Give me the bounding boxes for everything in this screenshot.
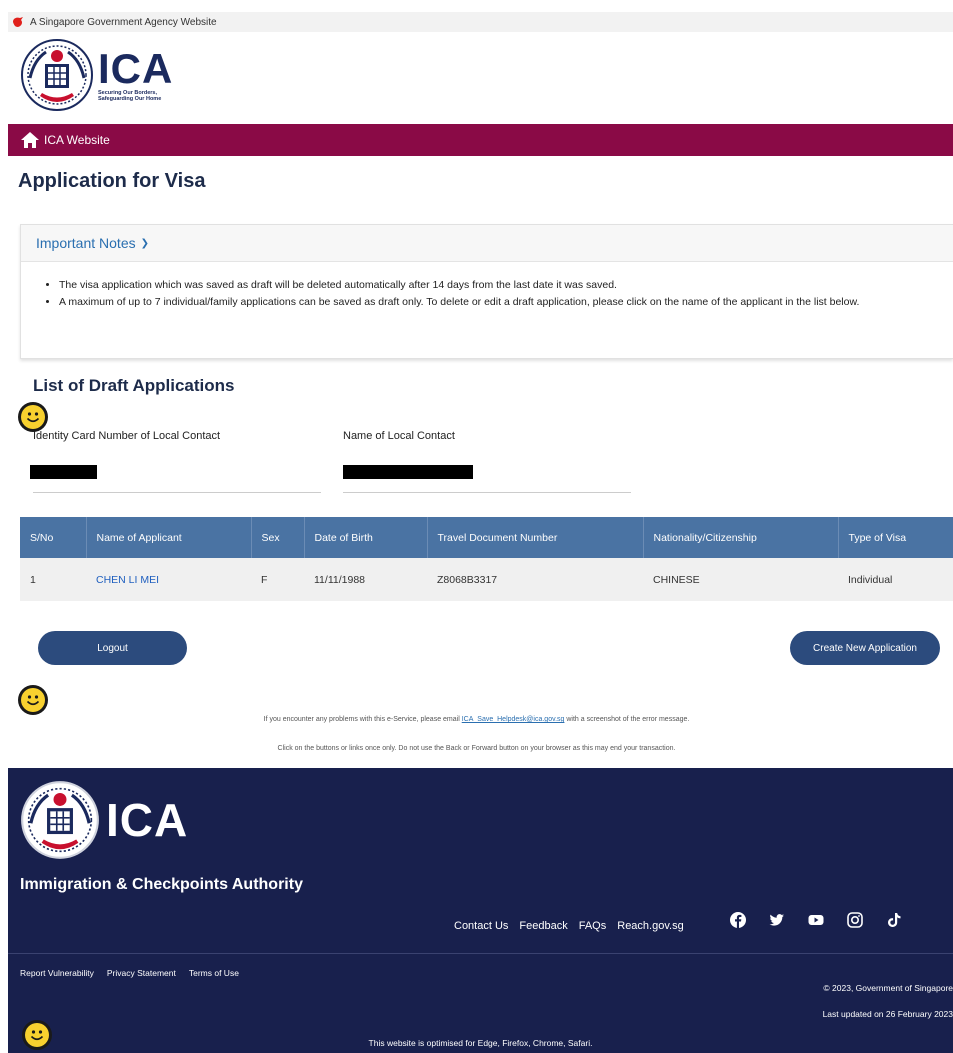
footer-links: Contact Us Feedback FAQs Reach.gov.sg xyxy=(454,920,684,932)
column-header: Name of Applicant xyxy=(86,517,252,558)
site-footer: ICA Immigration & Checkpoints Authority … xyxy=(8,768,953,1053)
chevron-down-icon: ❯ xyxy=(140,237,149,249)
column-header: Sex xyxy=(251,517,305,558)
instagram-icon[interactable] xyxy=(847,912,863,928)
applicant-name-link[interactable]: CHEN LI MEI xyxy=(96,574,159,586)
table-header-row: S/No Name of Applicant Sex Date of Birth… xyxy=(20,517,953,558)
browser-support-text: This website is optimised for Edge, Fire… xyxy=(368,1038,593,1048)
masthead-text: A Singapore Government Agency Website xyxy=(30,16,217,28)
page-title: Application for Visa xyxy=(18,170,206,192)
contact-us-link[interactable]: Contact Us xyxy=(454,920,508,932)
home-icon[interactable] xyxy=(20,131,40,149)
reach-gov-link[interactable]: Reach.gov.sg xyxy=(617,920,683,932)
logo-tagline-2: Safeguarding Our Home xyxy=(98,96,162,102)
smiley-icon[interactable] xyxy=(18,402,48,432)
ica-crest-icon xyxy=(21,781,99,859)
note-item: The visa application which was saved as … xyxy=(59,278,933,293)
important-notes-panel: Important Notes ❯ The visa application w… xyxy=(20,224,953,359)
field-underline xyxy=(343,492,631,493)
cell-visa-type: Individual xyxy=(838,558,953,601)
redacted-value xyxy=(30,465,97,479)
helpdesk-text-pre: If you encounter any problems with this … xyxy=(263,716,462,723)
navigation-warning: Click on the buttons or links once only.… xyxy=(277,745,676,752)
column-header: Travel Document Number xyxy=(427,517,644,558)
draft-applications-table: S/No Name of Applicant Sex Date of Birth… xyxy=(20,517,953,601)
footer-logo[interactable]: ICA xyxy=(20,780,188,860)
column-header: Type of Visa xyxy=(838,517,953,558)
cell-sex: F xyxy=(251,558,304,601)
twitter-icon[interactable] xyxy=(769,912,785,928)
tiktok-icon[interactable] xyxy=(886,912,902,928)
local-contact-name-field: Name of Local Contact xyxy=(343,430,633,494)
report-vulnerability-link[interactable]: Report Vulnerability xyxy=(20,968,94,978)
helpdesk-email-link[interactable]: ICA_Save_Helpdesk@ica.gov.sg xyxy=(462,716,565,723)
cell-nationality: CHINESE xyxy=(643,558,838,601)
last-updated-text: Last updated on 26 February 2023 xyxy=(822,1009,953,1019)
cell-sno: 1 xyxy=(20,558,86,601)
smiley-icon[interactable] xyxy=(22,1020,52,1050)
important-notes-heading: Important Notes xyxy=(36,235,136,251)
redacted-value xyxy=(343,465,473,479)
copyright-text: © 2023, Government of Singapore xyxy=(823,983,953,993)
gov-masthead: A Singapore Government Agency Website xyxy=(8,12,953,32)
lion-head-icon xyxy=(13,17,23,27)
note-item: A maximum of up to 7 individual/family a… xyxy=(59,295,933,310)
legal-links: Report Vulnerability Privacy Statement T… xyxy=(20,968,239,978)
create-new-application-button[interactable]: Create New Application xyxy=(790,631,940,665)
smiley-icon[interactable] xyxy=(18,685,48,715)
footer-wordmark: ICA xyxy=(106,794,189,846)
feedback-link[interactable]: Feedback xyxy=(519,920,567,932)
ica-crest-icon xyxy=(21,39,93,111)
terms-of-use-link[interactable]: Terms of Use xyxy=(189,968,239,978)
important-notes-toggle[interactable]: Important Notes ❯ xyxy=(21,225,953,262)
cell-applicant-name: CHEN LI MEI xyxy=(86,558,251,601)
privacy-statement-link[interactable]: Privacy Statement xyxy=(107,968,176,978)
ica-logo[interactable]: ICA Securing Our Borders, Safeguarding O… xyxy=(20,38,173,112)
field-underline xyxy=(33,492,321,493)
local-contact-name-label: Name of Local Contact xyxy=(343,430,455,442)
helpdesk-notice: If you encounter any problems with this … xyxy=(0,716,953,723)
helpdesk-text-post: with a screenshot of the error message. xyxy=(564,716,690,723)
local-contact-id-label: Identity Card Number of Local Contact xyxy=(33,430,221,442)
youtube-icon[interactable] xyxy=(808,912,824,928)
column-header: S/No xyxy=(20,517,87,558)
table-row: 1 CHEN LI MEI F 11/11/1988 Z8068B3317 CH… xyxy=(20,558,953,601)
logout-button[interactable]: Logout xyxy=(38,631,187,665)
cell-dob: 11/11/1988 xyxy=(304,558,427,601)
social-links xyxy=(730,912,902,928)
ica-website-link[interactable]: ICA Website xyxy=(44,133,110,147)
draft-list-title: List of Draft Applications xyxy=(33,376,235,395)
local-contact-id-field: Identity Card Number of Local Contact xyxy=(30,430,323,494)
logo-wordmark: ICA xyxy=(98,45,174,92)
agency-name: Immigration & Checkpoints Authority xyxy=(20,876,303,893)
cell-document-number: Z8068B3317 xyxy=(427,558,643,601)
facebook-icon[interactable] xyxy=(730,912,746,928)
notes-list: The visa application which was saved as … xyxy=(21,262,953,310)
footer-divider xyxy=(8,953,953,954)
top-navbar: ICA Website xyxy=(8,124,953,156)
column-header: Nationality/Citizenship xyxy=(643,517,839,558)
column-header: Date of Birth xyxy=(304,517,428,558)
faqs-link[interactable]: FAQs xyxy=(579,920,607,932)
